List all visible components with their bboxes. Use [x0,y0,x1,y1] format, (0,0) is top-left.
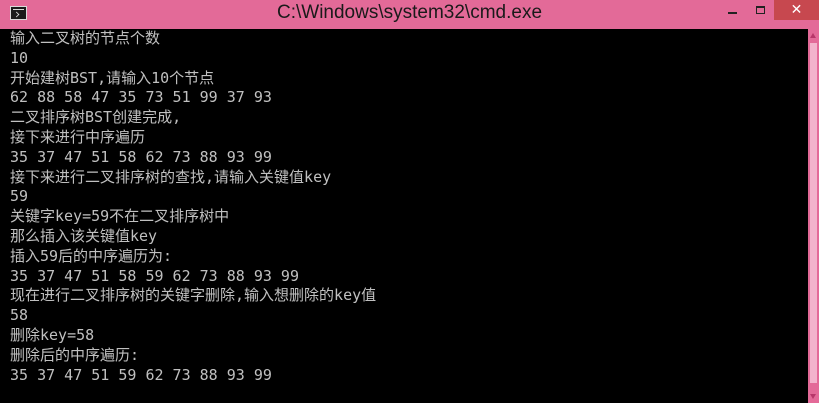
vertical-scrollbar[interactable] [808,29,819,403]
console-line: 删除后的中序遍历: [10,345,140,364]
console-line: 35 37 47 51 58 62 73 88 93 99 [10,147,272,166]
scrollbar-thumb[interactable] [810,43,817,383]
console-line: 关键字key=59不在二叉排序树中 [10,207,230,226]
console-line: 开始建树BST,请输入10个节点 [10,68,215,87]
scroll-down-icon[interactable] [810,394,816,399]
console-line: 59 [10,187,29,206]
close-button[interactable]: ✕ [774,0,819,20]
console-line: 35 37 47 51 58 59 62 73 88 93 99 [10,266,299,285]
console-line: 62 88 58 47 35 73 51 99 37 93 [10,88,272,107]
close-icon: ✕ [790,2,803,18]
scroll-up-icon[interactable] [810,33,816,38]
console-output[interactable]: 输入二叉树的节点个数 10 开始建树BST,请输入10个节点 62 88 58 … [0,29,808,403]
console-icon[interactable] [10,6,27,20]
console-line: 接下来进行中序遍历 [10,127,146,146]
minimize-icon [727,11,737,14]
console-line: 输入二叉树的节点个数 [10,29,161,47]
console-line: 58 [10,306,29,325]
maximize-icon [755,6,765,14]
cmd-window: C:\Windows\system32\cmd.exe ✕ 输入二叉树的节点个数… [0,0,819,403]
console-line: 现在进行二叉排序树的关键字删除,输入想删除的key值 [10,286,377,305]
console-line: 35 37 47 51 59 62 73 88 93 99 [10,365,272,384]
window-controls: ✕ [718,0,819,20]
console-line: 那么插入该关键值key [10,226,158,245]
console-line: 二叉排序树BST创建完成, [10,108,182,127]
console-line: 插入59后的中序遍历为: [10,246,173,265]
console-line: 删除key=58 [10,325,95,344]
minimize-button[interactable] [718,0,746,20]
maximize-button[interactable] [746,0,774,20]
console-line: 接下来进行二叉排序树的查找,请输入关键值key [10,167,332,186]
title-bar[interactable]: C:\Windows\system32\cmd.exe ✕ [0,0,819,29]
window-title: C:\Windows\system32\cmd.exe [276,2,543,23]
console-line: 10 [10,48,29,67]
